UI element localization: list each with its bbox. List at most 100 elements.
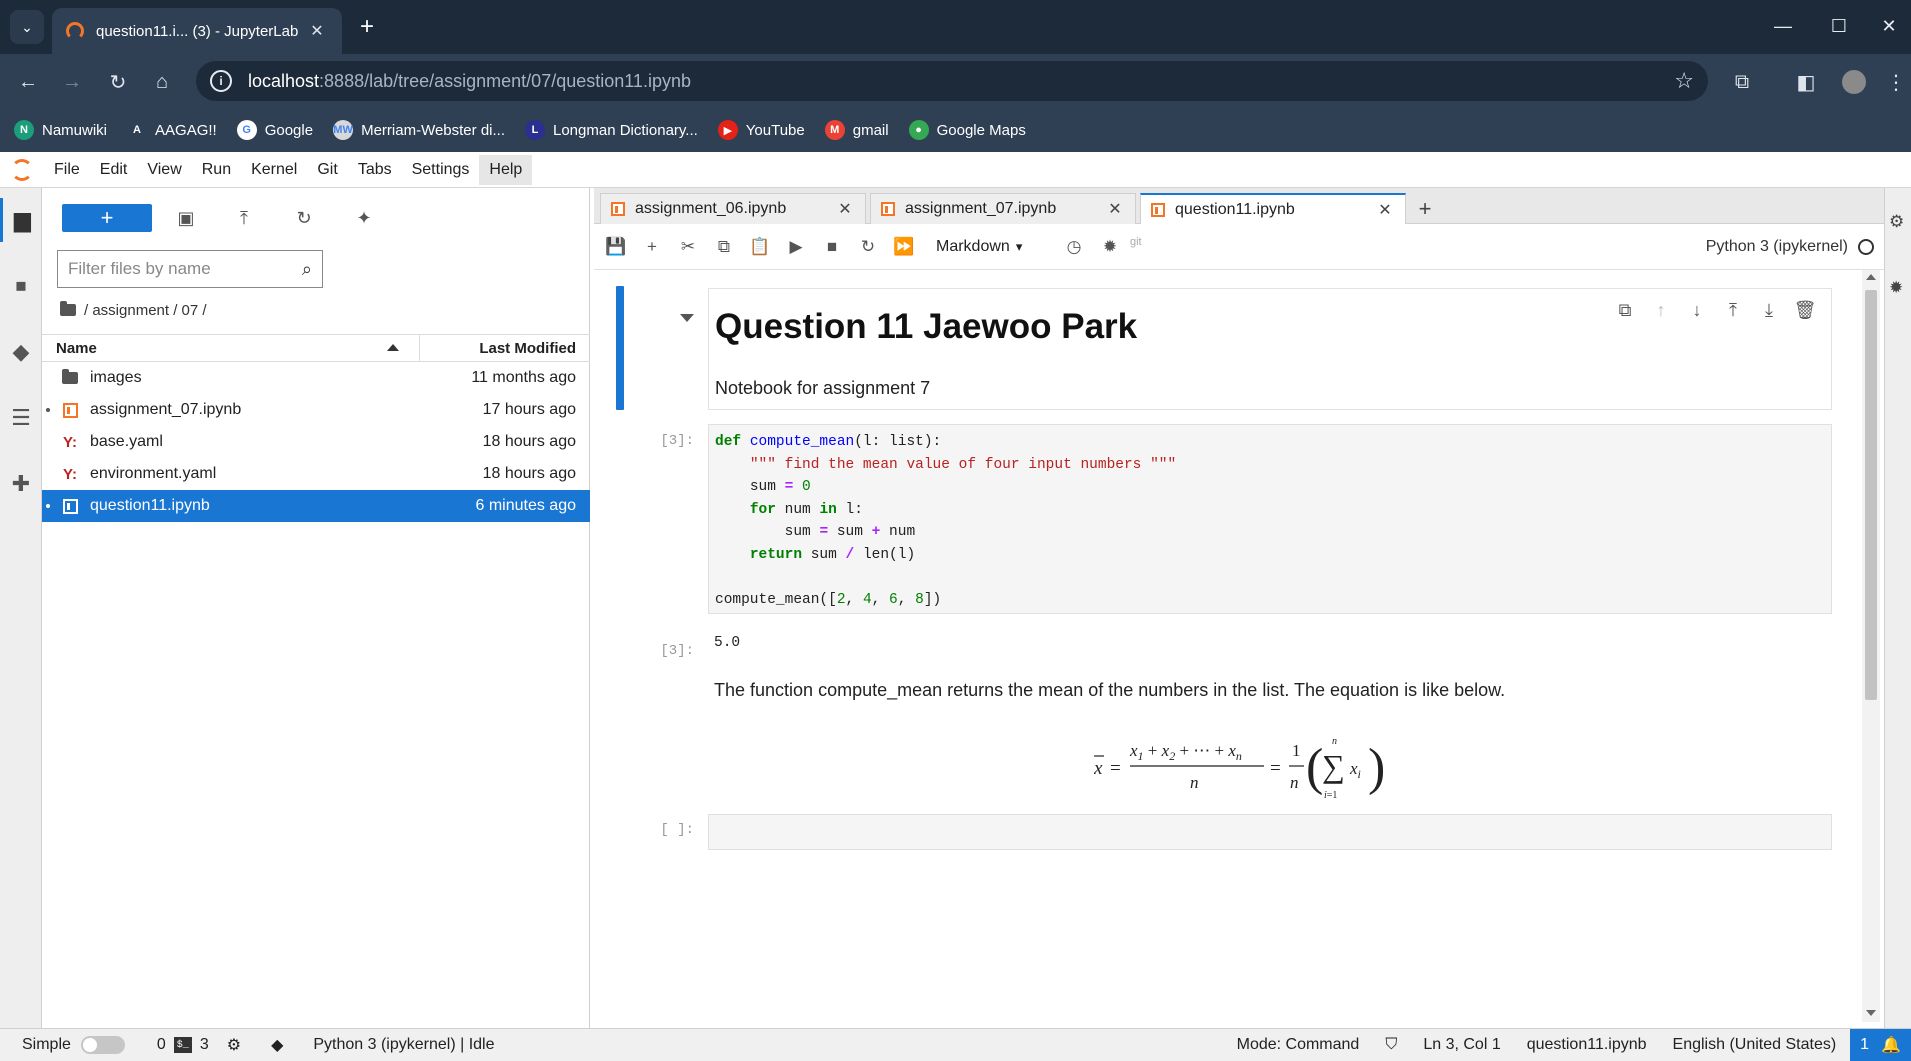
running-terminals[interactable]: 0 $_ 3 ⚙	[157, 1035, 241, 1055]
kernel-status[interactable]: Python 3 (ipykernel) | Idle	[313, 1036, 494, 1054]
current-filename[interactable]: question11.ipynb	[1527, 1036, 1647, 1054]
delete-cell-button[interactable]: 🗑	[1787, 297, 1823, 323]
toggle-switch[interactable]	[80, 1036, 125, 1054]
paste-button[interactable]: 📋	[746, 234, 774, 260]
home-button[interactable]: ⌂	[146, 66, 178, 98]
cursor-position[interactable]: Ln 3, Col 1	[1423, 1036, 1500, 1054]
menu-edit[interactable]: Edit	[90, 155, 138, 185]
new-tab-button[interactable]: +	[1410, 194, 1440, 224]
file-browser-tab[interactable]: ▆	[0, 198, 42, 242]
close-icon[interactable]: ✕	[1105, 199, 1125, 219]
insert-above-button[interactable]: ⤒	[1715, 297, 1751, 323]
sidepanel-button[interactable]: ◧	[1790, 66, 1822, 98]
extensions-tab[interactable]: ✚	[0, 462, 42, 506]
reload-button[interactable]: ↻	[102, 66, 134, 98]
file-row-question11[interactable]: question11.ipynb 6 minutes ago	[42, 490, 590, 522]
git-diff-label[interactable]: git	[1130, 236, 1142, 248]
property-inspector-icon[interactable]: ⚙	[1889, 212, 1911, 234]
debugger-icon[interactable]: ✹	[1889, 278, 1911, 300]
file-row-base-yaml[interactable]: Y: base.yaml 18 hours ago	[42, 426, 590, 458]
star-icon[interactable]: ☆	[1674, 68, 1694, 94]
tab-search-button[interactable]: ⌄	[10, 10, 44, 44]
refresh-button[interactable]: ↻	[288, 204, 320, 232]
code-cell[interactable]: def compute_mean(l: list): """ find the …	[708, 424, 1832, 614]
run-button[interactable]: ▶	[782, 234, 810, 260]
new-launcher-button[interactable]: +	[62, 204, 152, 232]
tab-question11[interactable]: question11.ipynb ✕	[1140, 193, 1406, 225]
notification-button[interactable]: 1 🔔	[1850, 1029, 1911, 1061]
browser-menu-button[interactable]: ⋮	[1880, 66, 1911, 98]
cut-button[interactable]: ✂	[674, 234, 702, 260]
bookmark-item[interactable]: Mgmail	[824, 120, 889, 140]
scrollbar-thumb[interactable]	[1865, 290, 1877, 700]
close-window-button[interactable]: ✕	[1866, 10, 1911, 42]
info-icon[interactable]: i	[210, 70, 232, 92]
filter-files-input[interactable]	[68, 259, 302, 279]
restart-button[interactable]: ↻	[854, 234, 882, 260]
extensions-button[interactable]: ⧉	[1726, 66, 1758, 98]
git-clone-button[interactable]: ✦	[348, 204, 380, 232]
save-button[interactable]: 💾	[602, 234, 630, 260]
menu-settings[interactable]: Settings	[402, 155, 480, 185]
copy-button[interactable]: ⧉	[710, 234, 738, 260]
tab-assignment-06[interactable]: assignment_06.ipynb ✕	[600, 193, 866, 224]
menu-kernel[interactable]: Kernel	[241, 155, 307, 185]
clock-button[interactable]: ◷	[1060, 234, 1088, 260]
forward-button[interactable]: →	[56, 66, 88, 98]
new-folder-button[interactable]: ▣	[170, 204, 202, 232]
notebook-scrollbar[interactable]	[1862, 270, 1880, 1022]
duplicate-cell-button[interactable]: ⧉	[1607, 297, 1643, 323]
new-tab-button[interactable]: +	[352, 12, 382, 42]
scroll-down-icon[interactable]	[1866, 1010, 1876, 1016]
minimize-button[interactable]: —	[1760, 10, 1806, 42]
bookmark-item[interactable]: ▶ YouTube	[717, 120, 805, 140]
menu-file[interactable]: File	[44, 155, 90, 185]
interrupt-button[interactable]: ■	[818, 234, 846, 260]
insert-below-button[interactable]: ⤓	[1751, 297, 1787, 323]
bookmark-item[interactable]: N Namuwiki	[14, 120, 107, 140]
git-tab[interactable]: ◆	[0, 330, 42, 374]
collapse-heading-icon[interactable]	[680, 314, 694, 322]
file-row-environment-yaml[interactable]: Y: environment.yaml 18 hours ago	[42, 458, 590, 490]
breadcrumb-path[interactable]: / assignment / 07 /	[84, 302, 207, 319]
address-bar[interactable]: i localhost:8888/lab/tree/assignment/07/…	[196, 61, 1708, 101]
maximize-button[interactable]: ☐	[1816, 10, 1862, 42]
filter-files-box[interactable]: ⌕	[57, 250, 323, 288]
close-icon[interactable]: ✕	[1375, 200, 1395, 220]
upload-button[interactable]: ⤒	[228, 204, 260, 232]
bookmark-item[interactable]: L Longman Dictionary...	[525, 120, 698, 140]
cell-type-select[interactable]: Markdown ▾	[936, 234, 1022, 260]
menu-git[interactable]: Git	[307, 155, 347, 185]
toc-tab[interactable]: ☰	[0, 396, 42, 440]
menu-help[interactable]: Help	[479, 154, 533, 185]
close-icon[interactable]: ✕	[306, 21, 328, 41]
restart-run-all-button[interactable]: ⏩	[890, 234, 918, 260]
kernel-selector[interactable]: Python 3 (ipykernel)	[1706, 234, 1884, 260]
menu-run[interactable]: Run	[192, 155, 241, 185]
simple-mode-toggle[interactable]: Simple	[22, 1036, 125, 1054]
profile-button[interactable]	[1838, 66, 1870, 98]
git-status[interactable]: ◆	[271, 1035, 283, 1055]
menu-tabs[interactable]: Tabs	[348, 155, 402, 185]
mode-indicator[interactable]: Mode: Command	[1237, 1036, 1360, 1054]
bookmark-item[interactable]: MW Merriam-Webster di...	[333, 120, 505, 140]
back-button[interactable]: ←	[12, 66, 44, 98]
shield-icon[interactable]: ⛉	[1385, 1036, 1397, 1054]
tab-assignment-07[interactable]: assignment_07.ipynb ✕	[870, 193, 1136, 224]
markdown-cell-title[interactable]: Question 11 Jaewoo Park Notebook for ass…	[708, 288, 1832, 410]
scroll-up-icon[interactable]	[1866, 274, 1876, 280]
breadcrumb[interactable]: / assignment / 07 /	[60, 298, 207, 322]
file-row-assignment-07[interactable]: assignment_07.ipynb 17 hours ago	[42, 394, 590, 426]
running-sessions-tab[interactable]: ⏹	[0, 264, 42, 308]
insert-cell-button[interactable]: +	[638, 234, 666, 260]
active-cell-indicator[interactable]	[616, 286, 624, 410]
column-header-modified[interactable]: Last Modified	[420, 335, 590, 361]
file-row-images[interactable]: images 11 months ago	[42, 362, 590, 394]
move-down-button[interactable]: ↓	[1679, 297, 1715, 323]
debugger-button[interactable]: ✹	[1096, 234, 1124, 260]
language-indicator[interactable]: English (United States)	[1673, 1036, 1837, 1054]
folder-icon[interactable]	[60, 301, 76, 316]
bookmark-item[interactable]: G Google	[236, 120, 313, 140]
bookmark-item[interactable]: A AAGAG!!	[127, 120, 217, 140]
column-header-name[interactable]: Name	[42, 335, 420, 361]
